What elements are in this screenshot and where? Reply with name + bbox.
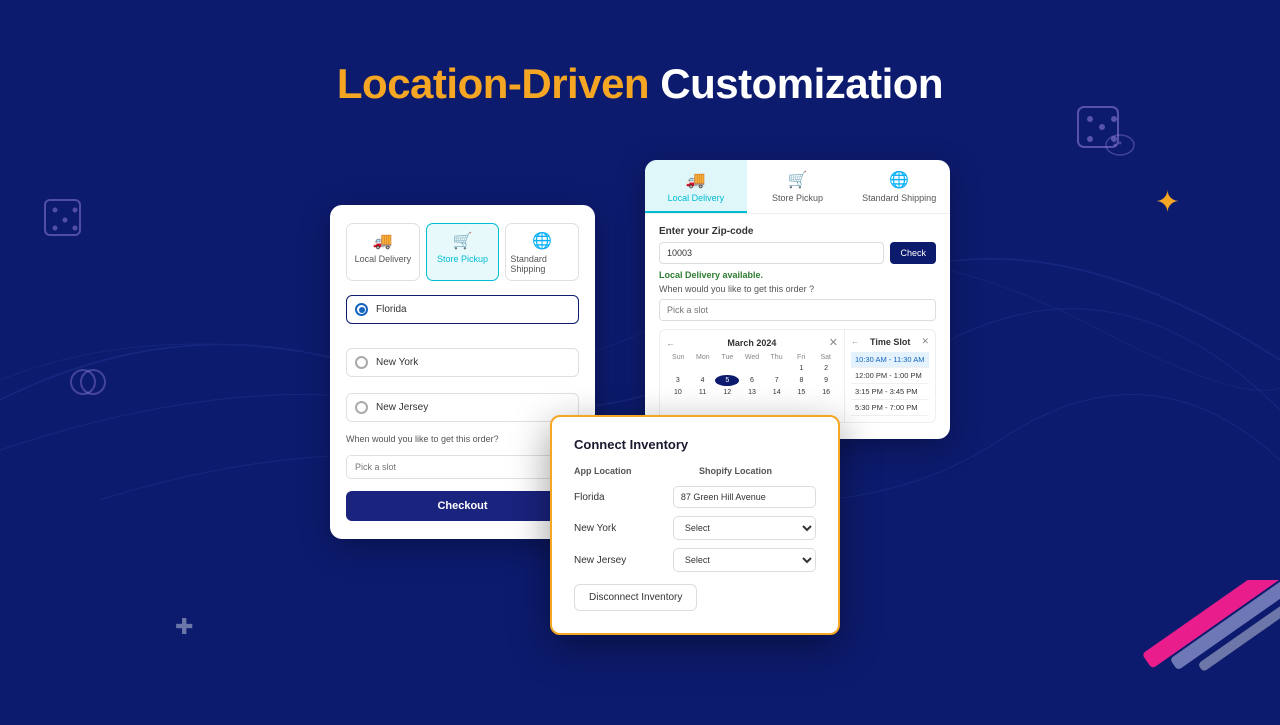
modal-row-new-york: New York Select [574, 516, 816, 540]
modal-new-jersey-select[interactable]: Select [673, 548, 816, 572]
modal-row-florida: Florida [574, 486, 816, 508]
col-app-location: App Location [574, 466, 691, 476]
col-shopify-location: Shopify Location [699, 466, 816, 476]
modal-new-york-select[interactable]: Select [673, 516, 816, 540]
modal-row-new-jersey: New Jersey Select [574, 548, 816, 572]
modal-new-jersey-name: New Jersey [574, 555, 665, 566]
modal-overlay: Connect Inventory App Location Shopify L… [0, 0, 1280, 720]
disconnect-inventory-button[interactable]: Disconnect Inventory [574, 584, 697, 611]
modal-florida-name: Florida [574, 492, 665, 503]
modal-florida-input[interactable] [673, 486, 816, 508]
modal-columns: App Location Shopify Location [574, 466, 816, 476]
modal-new-york-name: New York [574, 523, 665, 534]
modal-title: Connect Inventory [574, 437, 816, 452]
connect-inventory-modal: Connect Inventory App Location Shopify L… [550, 415, 840, 635]
